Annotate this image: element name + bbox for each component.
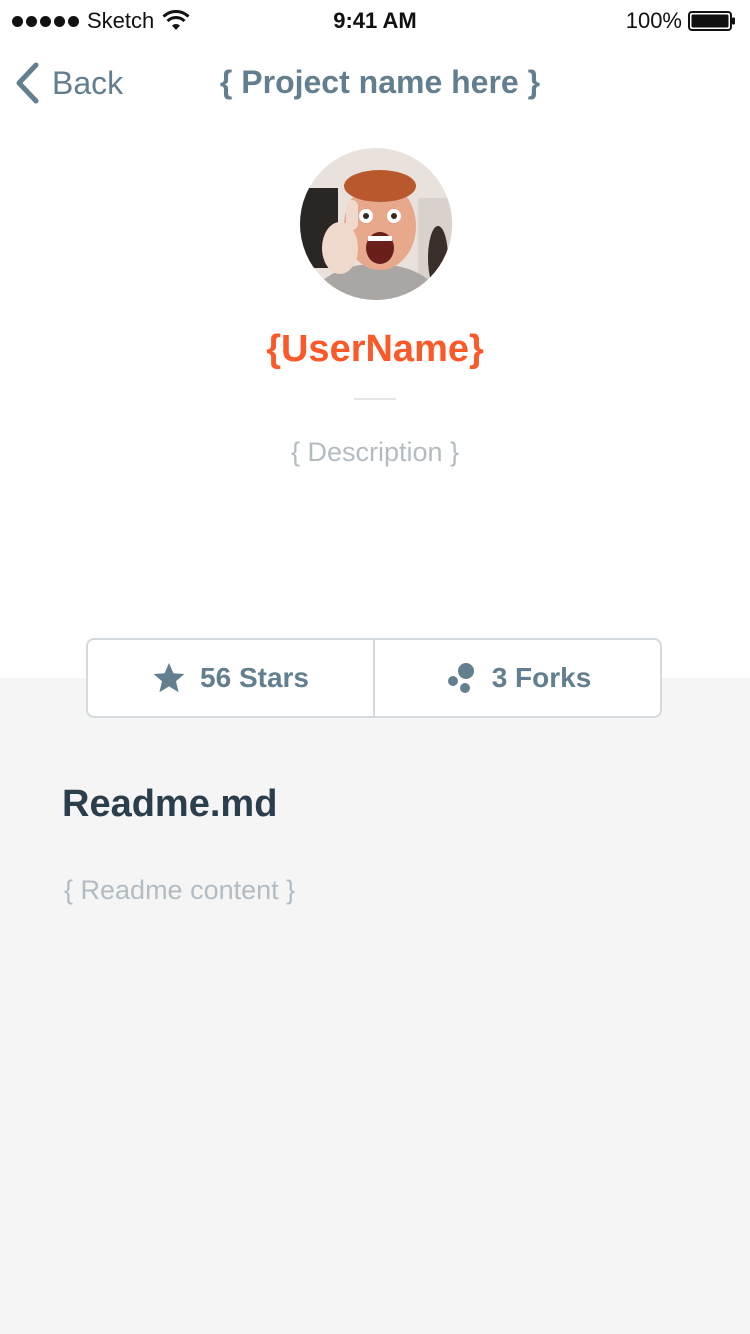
stars-label: 56 Stars — [200, 662, 309, 693]
readme-section-background — [0, 678, 750, 1334]
description: { Description } — [290, 437, 460, 467]
navigation-bar: Back { Project name here } — [0, 40, 750, 128]
battery-percentage: 100% — [625, 8, 682, 33]
status-bar: Sketch 9:41 AM 100% — [0, 0, 750, 40]
username: {UserName} — [266, 328, 484, 370]
forks-label: 3 Forks — [491, 662, 592, 693]
project-title: { Project name here } — [219, 64, 541, 100]
star-icon — [153, 663, 185, 693]
stars-button[interactable]: 56 Stars — [88, 640, 373, 716]
forks-button[interactable]: 3 Forks — [373, 640, 660, 716]
divider — [354, 398, 396, 400]
readme-title: Readme.md — [62, 783, 278, 825]
fork-icon — [447, 663, 474, 693]
status-right: 100% — [626, 8, 736, 34]
avatar — [300, 148, 452, 300]
battery-icon — [688, 11, 735, 31]
stats-box: 56 Stars 3 Forks — [86, 638, 662, 718]
avatar-image — [300, 148, 452, 300]
readme-content: { Readme content } — [64, 875, 296, 905]
